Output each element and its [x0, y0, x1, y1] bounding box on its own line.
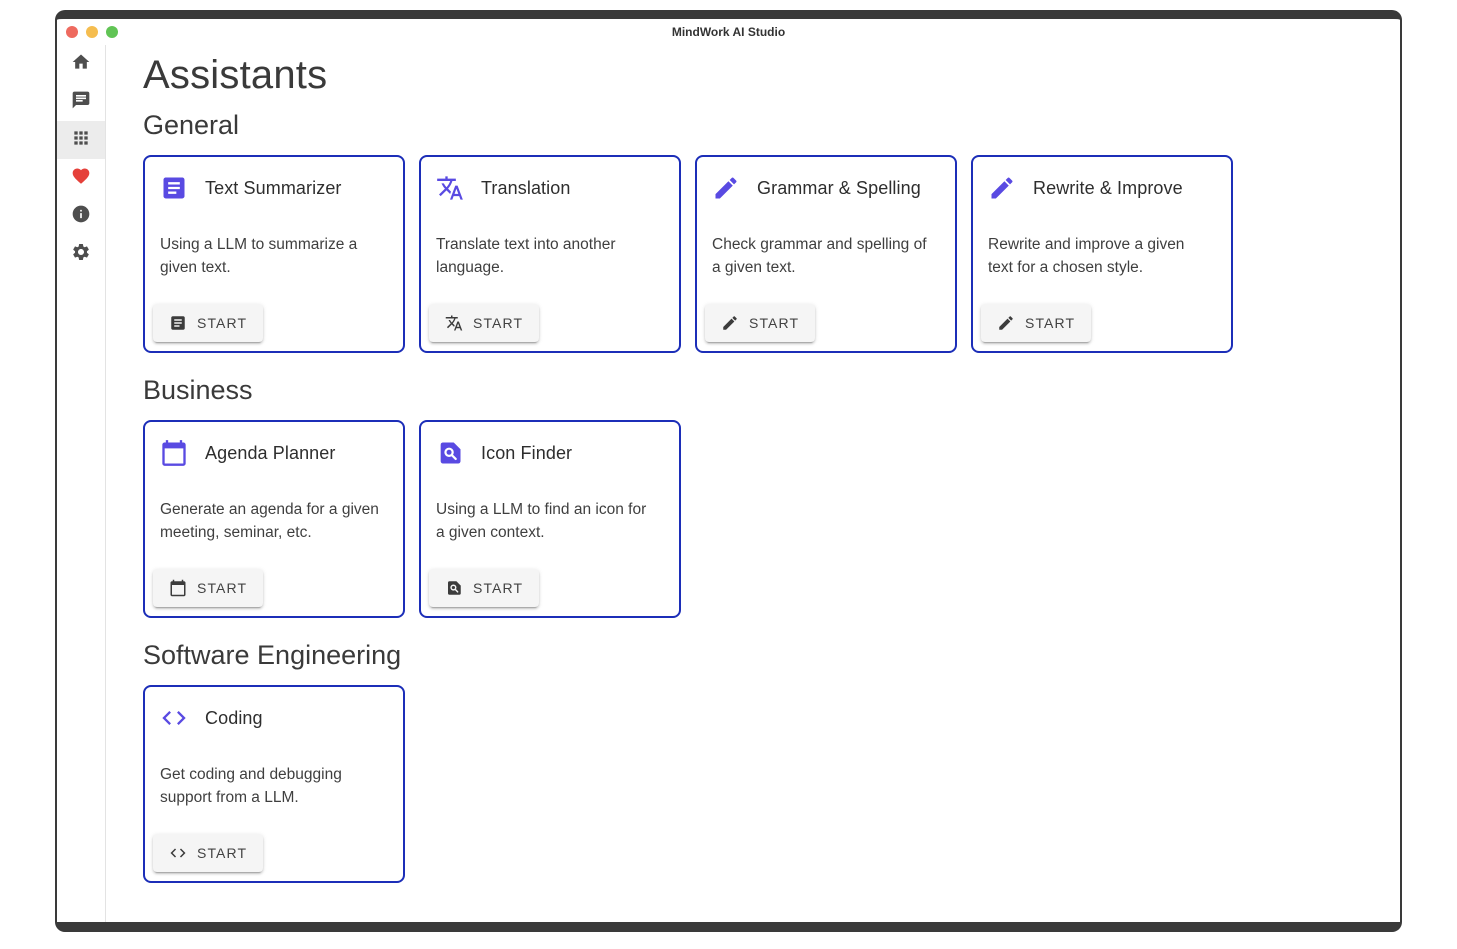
sidebar-item-home[interactable] — [57, 45, 105, 83]
start-button-translation[interactable]: START — [429, 304, 539, 342]
translate-icon — [445, 314, 463, 332]
start-button-label: START — [1025, 315, 1075, 331]
card-title: Text Summarizer — [205, 178, 342, 199]
card-title: Coding — [205, 708, 263, 729]
card-agenda-planner: Agenda Planner Generate an agenda for a … — [143, 420, 405, 618]
card-header: Rewrite & Improve — [988, 174, 1217, 202]
start-button-coding[interactable]: START — [153, 834, 263, 872]
card-header: Coding — [160, 704, 389, 732]
window-title: MindWork AI Studio — [672, 25, 785, 39]
pencil-icon — [997, 314, 1015, 332]
card-header: Agenda Planner — [160, 439, 389, 467]
heart-icon — [71, 166, 91, 191]
card-title: Grammar & Spelling — [757, 178, 921, 199]
pencil-icon — [712, 174, 740, 202]
calendar-icon — [169, 579, 187, 597]
section-title-software-engineering: Software Engineering — [143, 640, 1400, 671]
section-title-general: General — [143, 110, 1400, 141]
card-header: Icon Finder — [436, 439, 665, 467]
home-icon — [71, 52, 91, 77]
card-description: Translate text into another language. — [436, 233, 658, 279]
calendar-icon — [160, 439, 188, 467]
main-content: Assistants General Text Summarizer Using… — [106, 45, 1400, 922]
summarize-icon — [160, 174, 188, 202]
sidebar — [57, 45, 106, 922]
card-grammar-spelling: Grammar & Spelling Check grammar and spe… — [695, 155, 957, 353]
app-window: MindWork AI Studio Assistants — [55, 10, 1402, 932]
card-rewrite-improve: Rewrite & Improve Rewrite and improve a … — [971, 155, 1233, 353]
start-button-label: START — [473, 580, 523, 596]
card-description: Generate an agenda for a given meeting, … — [160, 498, 382, 544]
section-title-business: Business — [143, 375, 1400, 406]
cards-row-business: Agenda Planner Generate an agenda for a … — [143, 420, 1400, 618]
card-header: Grammar & Spelling — [712, 174, 941, 202]
cards-row-general: Text Summarizer Using a LLM to summarize… — [143, 155, 1400, 353]
start-button-label: START — [473, 315, 523, 331]
start-button-grammar-spelling[interactable]: START — [705, 304, 815, 342]
start-button-icon-finder[interactable]: START — [429, 569, 539, 607]
card-description: Get coding and debugging support from a … — [160, 763, 382, 809]
close-button[interactable] — [66, 26, 78, 38]
card-translation: Translation Translate text into another … — [419, 155, 681, 353]
code-icon — [169, 844, 187, 862]
titlebar: MindWork AI Studio — [57, 19, 1400, 45]
sidebar-item-about[interactable] — [57, 197, 105, 235]
card-description: Using a LLM to find an icon for a given … — [436, 498, 658, 544]
icon-search-icon — [436, 439, 464, 467]
sidebar-item-assistants[interactable] — [57, 121, 105, 159]
chat-icon — [71, 90, 91, 115]
cards-row-software-engineering: Coding Get coding and debugging support … — [143, 685, 1400, 883]
sidebar-item-settings[interactable] — [57, 235, 105, 273]
start-button-label: START — [197, 845, 247, 861]
start-button-label: START — [197, 315, 247, 331]
card-title: Rewrite & Improve — [1033, 178, 1183, 199]
gear-icon — [71, 242, 91, 267]
start-button-agenda-planner[interactable]: START — [153, 569, 263, 607]
card-description: Check grammar and spelling of a given te… — [712, 233, 934, 279]
minimize-button[interactable] — [86, 26, 98, 38]
start-button-label: START — [197, 580, 247, 596]
summarize-icon — [169, 314, 187, 332]
start-button-label: START — [749, 315, 799, 331]
info-icon — [71, 204, 91, 229]
apps-grid-icon — [71, 128, 91, 153]
pencil-icon — [988, 174, 1016, 202]
card-header: Translation — [436, 174, 665, 202]
sidebar-item-chats[interactable] — [57, 83, 105, 121]
card-description: Rewrite and improve a given text for a c… — [988, 233, 1210, 279]
sidebar-item-favorites[interactable] — [57, 159, 105, 197]
card-icon-finder: Icon Finder Using a LLM to find an icon … — [419, 420, 681, 618]
card-title: Icon Finder — [481, 443, 572, 464]
pencil-icon — [721, 314, 739, 332]
card-title: Agenda Planner — [205, 443, 336, 464]
icon-search-icon — [445, 579, 463, 597]
traffic-lights — [66, 26, 118, 38]
card-coding: Coding Get coding and debugging support … — [143, 685, 405, 883]
card-description: Using a LLM to summarize a given text. — [160, 233, 382, 279]
code-icon — [160, 704, 188, 732]
card-header: Text Summarizer — [160, 174, 389, 202]
translate-icon — [436, 174, 464, 202]
card-title: Translation — [481, 178, 570, 199]
start-button-rewrite-improve[interactable]: START — [981, 304, 1091, 342]
card-text-summarizer: Text Summarizer Using a LLM to summarize… — [143, 155, 405, 353]
page-title: Assistants — [143, 53, 1400, 98]
zoom-button[interactable] — [106, 26, 118, 38]
start-button-text-summarizer[interactable]: START — [153, 304, 263, 342]
